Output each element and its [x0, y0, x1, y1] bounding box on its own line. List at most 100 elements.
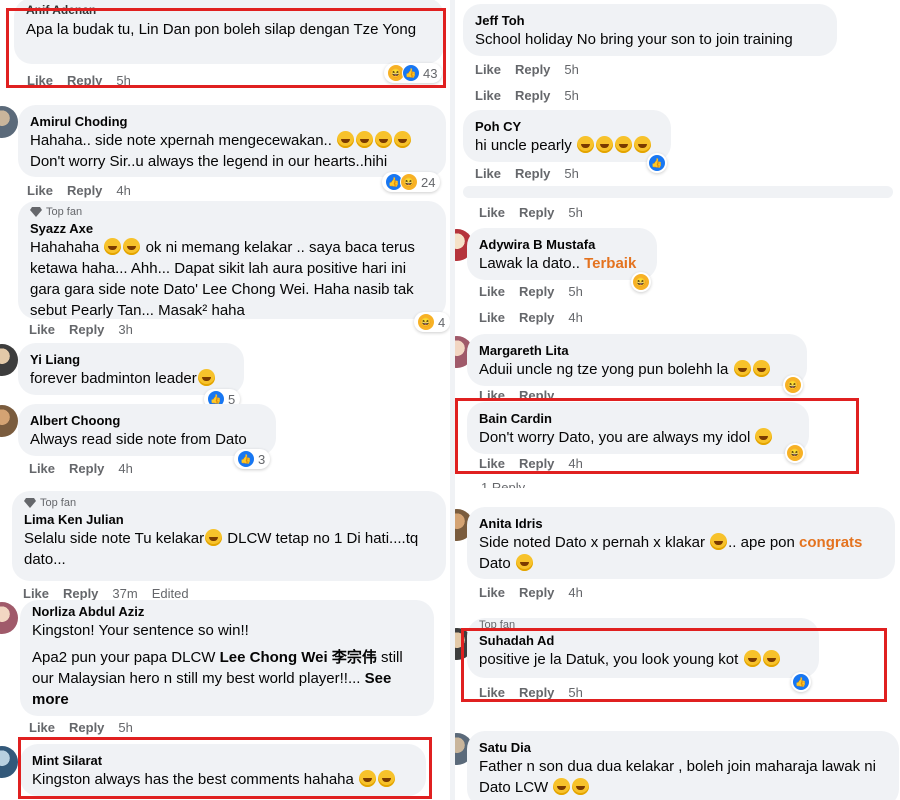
reply-button[interactable]: Reply	[519, 205, 554, 220]
timestamp[interactable]: 5h	[564, 62, 578, 77]
reaction-count[interactable]: 😆	[631, 272, 651, 292]
timestamp[interactable]: 4h	[118, 461, 132, 476]
avatar[interactable]	[0, 602, 18, 634]
comment-actions: Like Reply 5h	[29, 720, 133, 735]
timestamp[interactable]: 5h	[568, 284, 582, 299]
timestamp[interactable]: 4h	[568, 310, 582, 325]
reaction-count[interactable]: 👍 😆 24	[382, 172, 441, 192]
comment-bubble-norliza: Norliza Abdul Aziz Kingston! Your senten…	[20, 600, 434, 716]
commenter-name[interactable]: Yi Liang	[30, 351, 232, 368]
commenter-name[interactable]: Norliza Abdul Aziz	[32, 603, 422, 620]
comment-actions: Like Reply 5h	[479, 205, 583, 220]
rofl-emoji-icon	[733, 360, 751, 377]
highlight-frame	[18, 737, 432, 799]
reply-button[interactable]: Reply	[515, 88, 550, 103]
timestamp[interactable]: 5h	[118, 720, 132, 735]
mentioned-name[interactable]: Lee Chong Wei 李宗伟	[220, 649, 377, 666]
commenter-name[interactable]: Jeff Toh	[475, 12, 825, 29]
like-icon: 👍	[237, 450, 255, 468]
like-button[interactable]: Like	[23, 586, 49, 601]
reaction-count[interactable]: 👍	[647, 153, 667, 173]
comment-text: Dato	[479, 555, 511, 572]
commenter-name[interactable]: Albert Choong	[30, 412, 264, 429]
reply-button[interactable]: Reply	[515, 62, 550, 77]
like-button[interactable]: Like	[475, 62, 501, 77]
like-button[interactable]: Like	[479, 310, 505, 325]
reply-button[interactable]: Reply	[519, 310, 554, 325]
comment-text: forever badminton leader	[30, 370, 197, 387]
timestamp[interactable]: 37m	[112, 586, 137, 601]
avatar[interactable]	[0, 106, 18, 138]
comment-bubble-jeff: Jeff Toh School holiday No bring your so…	[463, 4, 837, 56]
like-button[interactable]: Like	[29, 322, 55, 337]
like-button[interactable]: Like	[479, 284, 505, 299]
commenter-name[interactable]: Adywira B Mustafa	[479, 236, 645, 253]
like-button[interactable]: Like	[475, 166, 501, 181]
avatar[interactable]	[0, 344, 18, 376]
reply-button[interactable]: Reply	[69, 720, 104, 735]
commenter-name[interactable]: Satu Dia	[479, 739, 887, 756]
comment-bubble-margareth: Margareth Lita Aduii uncle ng tze yong p…	[467, 334, 807, 386]
laughing-emoji-icon	[337, 131, 355, 148]
timestamp[interactable]: 5h	[564, 166, 578, 181]
comment-text: hi uncle pearly	[475, 137, 572, 154]
smile-emoji-icon	[710, 533, 728, 550]
commenter-name[interactable]: Anita Idris	[479, 515, 883, 532]
highlight-frame	[6, 8, 446, 88]
reply-button[interactable]: Reply	[63, 586, 98, 601]
like-button[interactable]: Like	[479, 205, 505, 220]
comment-text: Selalu side note Tu kelakar	[24, 530, 205, 547]
comment-text: Lawak la dato..	[479, 255, 585, 272]
view-replies-link[interactable]: 1 Reply	[481, 480, 525, 488]
comment-bubble-lima: Top fan Lima Ken Julian Selalu side note…	[12, 491, 446, 581]
commenter-name[interactable]: Poh CY	[475, 118, 659, 135]
commenter-name[interactable]: Amirul Choding	[30, 113, 434, 130]
like-button[interactable]: Like	[29, 461, 55, 476]
comment-actions: Like Reply 5h	[475, 88, 579, 103]
timestamp[interactable]: 3h	[118, 322, 132, 337]
rofl-emoji-icon	[752, 360, 770, 377]
comment-actions: Like Reply	[479, 388, 554, 398]
comment-actions: Like Reply 4h	[29, 461, 133, 476]
comment-text: Don't worry Sir..u always the legend in …	[30, 153, 388, 170]
comment-text: Aduii uncle ng tze yong pun bolehh la	[479, 361, 729, 378]
like-button[interactable]: Like	[479, 388, 505, 398]
reply-button[interactable]: Reply	[69, 461, 104, 476]
timestamp[interactable]: 4h	[116, 183, 130, 198]
highlight-frame	[461, 628, 887, 702]
reply-button[interactable]: Reply	[69, 322, 104, 337]
timestamp[interactable]: 5h	[564, 88, 578, 103]
like-button[interactable]: Like	[479, 585, 505, 600]
commenter-name[interactable]: Lima Ken Julian	[24, 511, 434, 528]
comment-actions: Like Reply 4h	[479, 310, 583, 325]
reply-button[interactable]: Reply	[515, 166, 550, 181]
top-fan-badge: Top fan	[30, 206, 434, 218]
collapsed-bubble	[463, 186, 893, 198]
reply-button[interactable]: Reply	[67, 183, 102, 198]
reaction-count[interactable]: 👍 3	[234, 449, 271, 469]
commenter-name[interactable]: Margareth Lita	[479, 342, 795, 359]
avatar[interactable]	[0, 405, 18, 437]
thumbs-up-emoji-icon	[572, 778, 590, 795]
reaction-count[interactable]: 😆	[783, 375, 803, 395]
like-button[interactable]: Like	[29, 720, 55, 735]
reply-button[interactable]: Reply	[519, 585, 554, 600]
avatar[interactable]	[0, 746, 18, 778]
comment-bubble-albert: Albert Choong Always read side note from…	[18, 404, 276, 456]
comment-actions: Like Reply 5h	[475, 166, 579, 181]
right-comment-column: Jeff Toh School holiday No bring your so…	[455, 0, 900, 800]
comment-text: Kingston! Your sentence so win!!	[32, 622, 249, 639]
like-button[interactable]: Like	[475, 88, 501, 103]
commenter-name[interactable]: Syazz Axe	[30, 220, 434, 237]
comment-bubble-adywira: Adywira B Mustafa Lawak la dato.. Terbai…	[467, 228, 657, 280]
reply-button[interactable]: Reply	[519, 388, 554, 398]
timestamp[interactable]: 5h	[568, 205, 582, 220]
haha-icon: 😆	[632, 273, 650, 291]
rofl-emoji-icon	[553, 778, 571, 795]
like-button[interactable]: Like	[27, 183, 53, 198]
reaction-count[interactable]: 😆 4	[414, 312, 450, 332]
laughing-emoji-icon	[633, 136, 651, 153]
comment-actions: Like Reply 37m Edited	[23, 586, 189, 601]
timestamp[interactable]: 4h	[568, 585, 582, 600]
reply-button[interactable]: Reply	[519, 284, 554, 299]
